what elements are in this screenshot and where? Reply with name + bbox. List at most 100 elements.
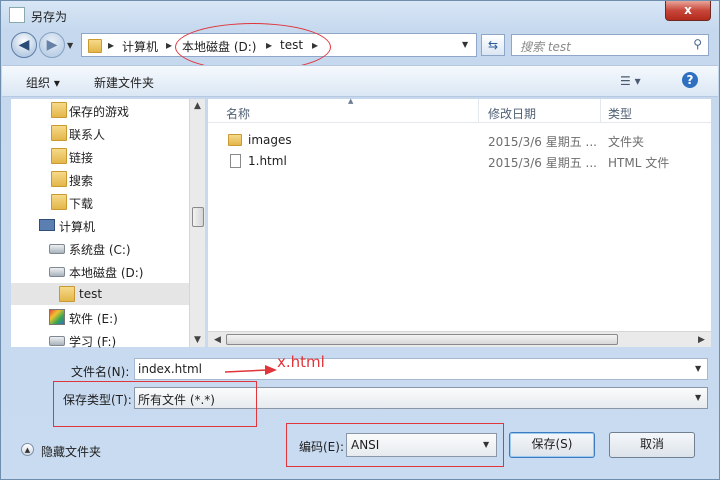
help-icon[interactable]: ? [682,72,698,88]
hide-folders-toggle[interactable]: 隐藏文件夹 [41,443,101,460]
annotation-address-ellipse [175,23,331,71]
sidebar-item-label: 下载 [69,197,94,211]
collapse-chevron-icon[interactable]: ▲ [21,443,34,456]
recent-pages-chevron-icon[interactable]: ▼ [67,41,73,50]
organize-menu[interactable]: 组织 ▾ [26,74,60,91]
folder-icon [88,39,102,53]
file-date: 2015/3/6 星期五 ... [488,156,597,170]
sidebar-scroll-thumb[interactable] [192,207,204,227]
sidebar-item-computer[interactable]: 计算机 [11,214,189,236]
drive-icon [49,267,65,277]
sidebar-item-test[interactable]: test [11,283,189,305]
sidebar-item-links[interactable]: 链接 [11,145,189,167]
encoding-label: 编码(E): [299,440,344,454]
scroll-up-icon[interactable]: ▲ [194,101,201,111]
save-as-dialog: 另存为 x ◀ ▶ ▼ ▸ 计算机 ▸ 本地磁盘 (D:) ▸ test ▸ ▼… [0,0,720,480]
sidebar-item-label: 软件 (E:) [69,312,118,326]
filetype-dropdown-icon[interactable]: ▼ [695,393,701,402]
file-row[interactable]: 1.html 2015/3/6 星期五 ... HTML 文件 [226,154,706,174]
scroll-right-icon[interactable]: ▶ [698,335,705,345]
refresh-button[interactable]: ⇆ [481,34,505,56]
close-icon: x [684,3,692,17]
sidebar-item-saved-games[interactable]: 保存的游戏 [11,99,189,121]
file-date: 2015/3/6 星期五 ... [488,135,597,149]
html-file-icon [230,154,241,168]
sidebar-scrollbar[interactable]: ▲ ▼ [189,99,205,347]
refresh-icon: ⇆ [487,38,499,52]
window-icon [9,7,25,23]
search-placeholder: 搜索 test [520,40,571,54]
column-header-date[interactable]: 修改日期 [488,105,536,122]
sidebar-item-drive-d[interactable]: 本地磁盘 (D:) [11,260,189,282]
hscroll-thumb[interactable] [226,334,618,345]
forward-arrow-icon: ▶ [46,37,58,53]
search-icon: ⚲ [693,37,702,51]
file-type: HTML 文件 [608,156,670,170]
annotation-arrow-icon [224,365,277,375]
window-title-text: 另存为 [31,10,68,24]
filename-value: index.html [138,362,202,376]
address-dropdown-icon[interactable]: ▼ [462,40,468,49]
sidebar-item-label: 搜索 [69,174,94,188]
file-name: 1.html [248,154,287,168]
sidebar-item-label: 链接 [69,151,94,165]
windows-drive-icon [49,309,65,325]
filename-input[interactable]: index.html ▼ [134,358,708,380]
contacts-icon [51,125,67,141]
computer-icon [39,219,55,231]
scroll-left-icon[interactable]: ◀ [214,335,221,345]
file-row[interactable]: images 2015/3/6 星期五 ... 文件夹 [226,133,706,153]
sidebar-item-label: 系统盘 (C:) [69,243,131,257]
back-arrow-icon: ◀ [18,37,30,53]
file-name: images [248,133,292,147]
column-header-name[interactable]: 名称 [226,105,250,122]
navigation-pane: 保存的游戏 联系人 链接 搜索 下载 计算机 系统盘 (C:) 本地磁盘 (D:… [11,99,205,349]
scroll-down-icon[interactable]: ▼ [194,335,201,345]
sidebar-item-label: 计算机 [59,220,96,234]
column-divider [478,99,479,123]
column-header-row [208,99,711,123]
file-list-hscrollbar[interactable]: ◀ ▶ [208,331,711,347]
sidebar-item-searches[interactable]: 搜索 [11,168,189,190]
window-title: 另存为 [9,7,67,25]
save-button[interactable]: 保存(S) [509,432,595,458]
encoding-dropdown-icon[interactable]: ▼ [483,440,489,449]
sidebar-item-label: 本地磁盘 (D:) [69,266,144,280]
address-separator[interactable]: ▸ [166,38,172,52]
encoding-select[interactable]: ANSI ▼ [346,433,497,457]
column-divider [600,99,601,123]
file-list-pane: ▲ 名称 修改日期 类型 images 2015/3/6 星期五 ... 文件夹… [208,97,711,347]
filename-dropdown-icon[interactable]: ▼ [695,364,701,373]
filename-label: 文件名(N): [71,365,130,379]
annotation-filetype-box [53,381,257,427]
sidebar-item-drive-f[interactable]: 学习 (F:) [11,329,189,349]
view-options-icon[interactable]: ☰ ▾ [620,74,641,88]
sidebar-item-drive-c[interactable]: 系统盘 (C:) [11,237,189,259]
sidebar-item-drive-e[interactable]: 软件 (E:) [11,306,189,328]
searches-icon [51,171,67,187]
command-toolbar: 组织 ▾ 新建文件夹 ☰ ▾ ? [2,65,718,97]
drive-icon [49,336,65,346]
breadcrumb-computer[interactable]: 计算机 [122,38,158,55]
links-icon [51,148,67,164]
column-header-type[interactable]: 类型 [608,105,632,122]
saved-games-icon [51,102,67,118]
encoding-value: ANSI [351,438,380,452]
folder-icon [228,134,242,146]
folder-icon [59,286,75,302]
cancel-button[interactable]: 取消 [609,432,695,458]
forward-button[interactable]: ▶ [39,32,65,58]
new-folder-button[interactable]: 新建文件夹 [94,74,154,91]
sort-indicator-icon: ▲ [348,97,354,105]
sidebar-item-downloads[interactable]: 下载 [11,191,189,213]
sidebar-item-label: 联系人 [69,128,106,142]
file-type: 文件夹 [608,135,645,149]
sidebar-item-contacts[interactable]: 联系人 [11,122,189,144]
search-input[interactable]: 搜索 test ⚲ [511,34,709,56]
address-separator[interactable]: ▸ [108,38,114,52]
downloads-icon [51,194,67,210]
back-button[interactable]: ◀ [11,32,37,58]
close-button[interactable]: x [665,1,711,21]
drive-icon [49,244,65,254]
annotation-text: x.html [277,353,325,371]
